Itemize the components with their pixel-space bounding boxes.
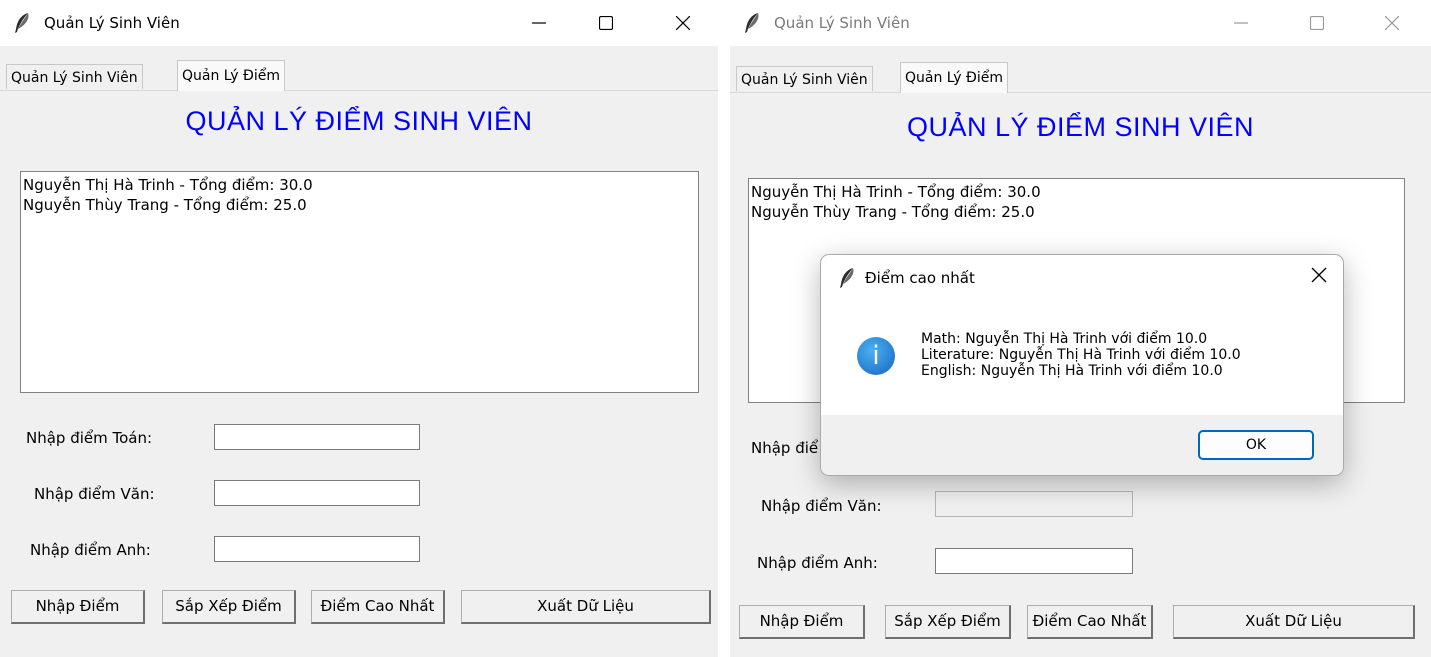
tab-grade-management[interactable]: Quản Lý Điểm [900, 62, 1009, 93]
tab-bar: Quản Lý Sinh Viên Quản Lý Điểm [730, 48, 1431, 93]
tab-student-management[interactable]: Quản Lý Sinh Viên [6, 64, 143, 89]
list-item[interactable]: Nguyễn Thị Hà Trinh - Tổng điểm: 30.0 [21, 175, 698, 195]
math-score-label: Nhập điể [751, 439, 819, 457]
message-line-english: English: Nguyễn Thị Hà Trinh với điểm 10… [921, 363, 1223, 379]
window-title: Quản Lý Sinh Viên [44, 14, 180, 32]
info-icon: i [857, 337, 895, 375]
list-item[interactable]: Nguyễn Thùy Trang - Tổng điểm: 25.0 [749, 202, 1404, 222]
title-bar[interactable]: Quản Lý Sinh Viên [730, 0, 1431, 46]
literature-score-label: Nhập điểm Văn: [761, 497, 882, 515]
highest-score-dialog: Điểm cao nhất i Math: Nguyễn Thị Hà Trin… [820, 254, 1344, 476]
dialog-close-icon[interactable] [1309, 265, 1329, 285]
enter-scores-button[interactable]: Nhập Điểm [11, 590, 145, 624]
minimize-icon [532, 22, 546, 24]
highest-score-button[interactable]: Điểm Cao Nhất [311, 590, 445, 624]
feather-app-icon [840, 268, 854, 288]
close-icon [1385, 16, 1399, 30]
english-score-input[interactable] [214, 536, 420, 562]
literature-score-input[interactable] [935, 491, 1133, 517]
list-item[interactable]: Nguyễn Thùy Trang - Tổng điểm: 25.0 [21, 195, 698, 215]
tab-student-management[interactable]: Quản Lý Sinh Viên [736, 66, 873, 91]
minimize-button[interactable] [504, 0, 574, 46]
title-bar[interactable]: Quản Lý Sinh Viên [0, 0, 718, 46]
main-window-left: Quản Lý Sinh Viên Quản Lý Sinh Viên Quản… [0, 0, 718, 657]
english-score-label: Nhập điểm Anh: [30, 541, 151, 559]
english-score-label: Nhập điểm Anh: [757, 554, 878, 572]
dialog-message: Math: Nguyễn Thị Hà Trinh với điểm 10.0 … [921, 331, 1241, 379]
enter-scores-button[interactable]: Nhập Điểm [739, 605, 865, 639]
feather-app-icon [15, 13, 29, 33]
sort-scores-button[interactable]: Sắp Xếp Điểm [162, 590, 296, 624]
message-line-literature: Literature: Nguyễn Thị Hà Trinh với điểm… [921, 347, 1241, 363]
maximize-button[interactable] [571, 0, 641, 46]
highest-score-button[interactable]: Điểm Cao Nhất [1027, 605, 1153, 639]
dialog-title: Điểm cao nhất [865, 269, 975, 287]
close-button[interactable] [648, 0, 718, 46]
minimize-icon [1234, 22, 1248, 24]
math-score-label: Nhập điểm Toán: [26, 429, 153, 447]
tab-bar: Quản Lý Sinh Viên Quản Lý Điểm [0, 46, 718, 91]
close-icon [676, 16, 690, 30]
english-score-input[interactable] [935, 548, 1133, 574]
maximize-icon [1310, 16, 1324, 30]
list-item[interactable]: Nguyễn Thị Hà Trinh - Tổng điểm: 30.0 [749, 182, 1404, 202]
tab-grade-management[interactable]: Quản Lý Điểm [177, 60, 286, 91]
maximize-icon [599, 16, 613, 30]
minimize-button[interactable] [1206, 0, 1276, 46]
sort-scores-button[interactable]: Sắp Xếp Điểm [885, 605, 1011, 639]
literature-score-input[interactable] [214, 480, 420, 506]
export-data-button[interactable]: Xuất Dữ Liệu [461, 590, 711, 624]
window-title: Quản Lý Sinh Viên [774, 14, 910, 32]
message-line-math: Math: Nguyễn Thị Hà Trinh với điểm 10.0 [921, 331, 1208, 347]
math-score-input[interactable] [214, 424, 420, 450]
export-data-button[interactable]: Xuất Dữ Liệu [1173, 605, 1415, 639]
ok-button[interactable]: OK [1198, 430, 1314, 460]
page-title: QUẢN LÝ ĐIỂM SINH VIÊN [185, 106, 533, 136]
feather-app-icon [745, 13, 759, 33]
literature-score-label: Nhập điểm Văn: [34, 485, 155, 503]
close-button[interactable] [1357, 0, 1427, 46]
maximize-button[interactable] [1282, 0, 1352, 46]
page-title: QUẢN LÝ ĐIỂM SINH VIÊN [906, 112, 1255, 142]
student-listbox[interactable]: Nguyễn Thị Hà Trinh - Tổng điểm: 30.0 Ng… [20, 171, 699, 393]
